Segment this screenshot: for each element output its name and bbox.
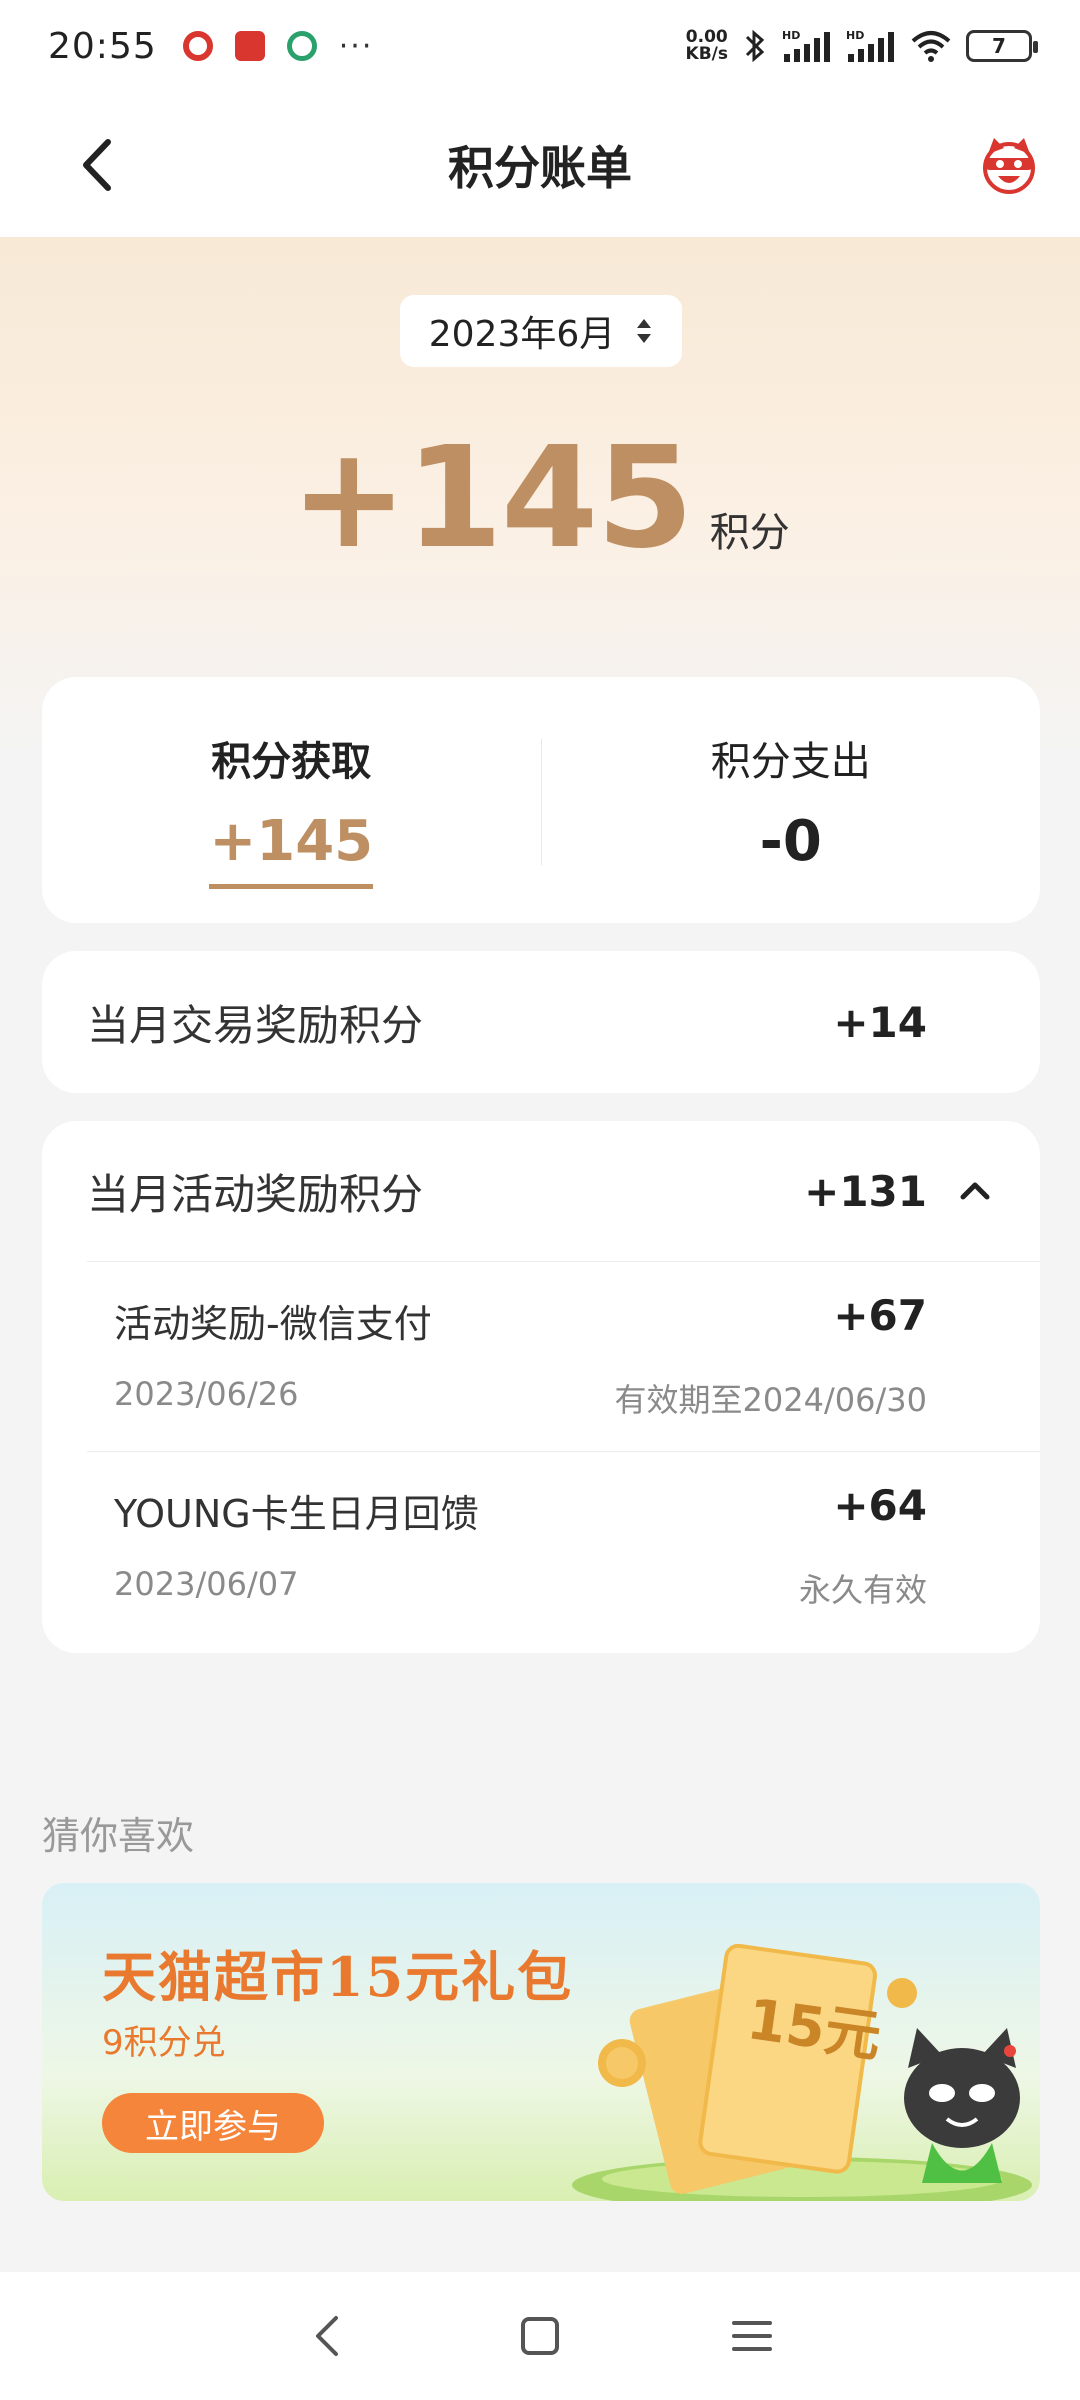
- cell-signal-2-icon: HD: [846, 29, 894, 62]
- month-value: 2023年6月: [428, 314, 616, 355]
- list-item[interactable]: YOUNG卡生日月回馈 +64 2023/06/07 永久有效: [114, 1451, 927, 1651]
- item-value: +64: [833, 1481, 927, 1530]
- sort-arrows-icon: [637, 319, 652, 343]
- status-bar: 20:55 ··· 0.00 KB/s HD HD 7: [0, 0, 1080, 92]
- spent-label: 积分支出: [710, 739, 871, 785]
- join-button[interactable]: 立即参与: [102, 2093, 324, 2153]
- activity-reward-label: 当月活动奖励积分: [87, 1169, 424, 1219]
- total-points-value: +145: [290, 417, 694, 580]
- svg-text:HD: HD: [782, 29, 800, 42]
- battery-level: 7: [992, 34, 1006, 58]
- status-time: 20:55: [48, 25, 157, 67]
- net-speed: 0.00 KB/s: [686, 29, 728, 63]
- item-title: 活动奖励-微信支付: [114, 1302, 432, 1346]
- earned-label: 积分获取: [211, 739, 372, 785]
- item-title: YOUNG卡生日月回馈: [114, 1492, 479, 1536]
- back-button[interactable]: [70, 130, 130, 200]
- cell-signal-icon: HD: [782, 29, 830, 62]
- bank-app-icon: [182, 31, 213, 61]
- more-notifications-icon: ···: [338, 28, 374, 64]
- spent-value: -0: [759, 809, 822, 874]
- trade-reward-value: +14: [833, 997, 927, 1047]
- item-expiry: 有效期至2024/06/30: [614, 1381, 927, 1419]
- item-value: +67: [833, 1291, 927, 1340]
- net-speed-unit: KB/s: [685, 44, 728, 64]
- trade-reward-label: 当月交易奖励积分: [87, 1000, 424, 1050]
- wifi-icon: [911, 31, 951, 62]
- item-expiry: 永久有效: [798, 1571, 927, 1609]
- trade-reward-row: 当月交易奖励积分 +14: [87, 951, 995, 1093]
- promo-banner[interactable]: 天猫超市15元礼包 9积分兑 立即参与 15元: [42, 1883, 1040, 2201]
- banner-title: 天猫超市15元礼包: [102, 1945, 574, 2009]
- banner-subtitle: 9积分兑: [102, 2023, 226, 2063]
- tab-earned[interactable]: 积分获取 +145: [42, 677, 541, 923]
- green-app-icon: [286, 31, 317, 61]
- mascot-service-icon[interactable]: [976, 132, 1042, 198]
- recommend-section-title: 猜你喜欢: [42, 1814, 195, 1858]
- list-item[interactable]: 活动奖励-微信支付 +67 2023/06/26 有效期至2024/06/30: [114, 1261, 927, 1451]
- earned-value: +145: [209, 809, 374, 889]
- activity-reward-header[interactable]: 当月活动奖励积分 +131: [87, 1121, 995, 1261]
- page-title: 积分账单: [448, 140, 632, 195]
- battery-icon: 7: [966, 30, 1038, 62]
- activity-reward-value: +131: [804, 1166, 927, 1216]
- activity-reward-card: 当月活动奖励积分 +131 活动奖励-微信支付 +67 2023/06/26 有…: [42, 1121, 1040, 1653]
- monthly-total: +145 积分: [0, 417, 1080, 580]
- trade-reward-card[interactable]: 当月交易奖励积分 +14: [42, 951, 1040, 1093]
- nav-bar: 积分账单: [0, 92, 1080, 237]
- system-menu-icon[interactable]: [726, 2310, 778, 2362]
- tab-spent[interactable]: 积分支出 -0: [542, 677, 1041, 923]
- item-date: 2023/06/26: [114, 1375, 299, 1413]
- chevron-up-icon[interactable]: [955, 1171, 995, 1211]
- total-points-unit: 积分: [709, 510, 790, 556]
- summary-card: 积分获取 +145 积分支出 -0: [42, 677, 1040, 923]
- system-nav-bar: [0, 2272, 1080, 2400]
- coupon-illustration: 15元: [572, 1943, 1032, 2201]
- notification-icons: ···: [182, 28, 374, 64]
- system-back-icon[interactable]: [302, 2310, 354, 2362]
- svg-text:HD: HD: [846, 29, 864, 42]
- bluetooth-icon: [745, 29, 765, 63]
- red-app-icon: [234, 31, 265, 61]
- month-selector[interactable]: 2023年6月: [400, 295, 682, 367]
- item-date: 2023/06/07: [114, 1565, 299, 1603]
- system-home-icon[interactable]: [514, 2310, 566, 2362]
- status-indicators: 0.00 KB/s HD HD 7: [686, 28, 1038, 64]
